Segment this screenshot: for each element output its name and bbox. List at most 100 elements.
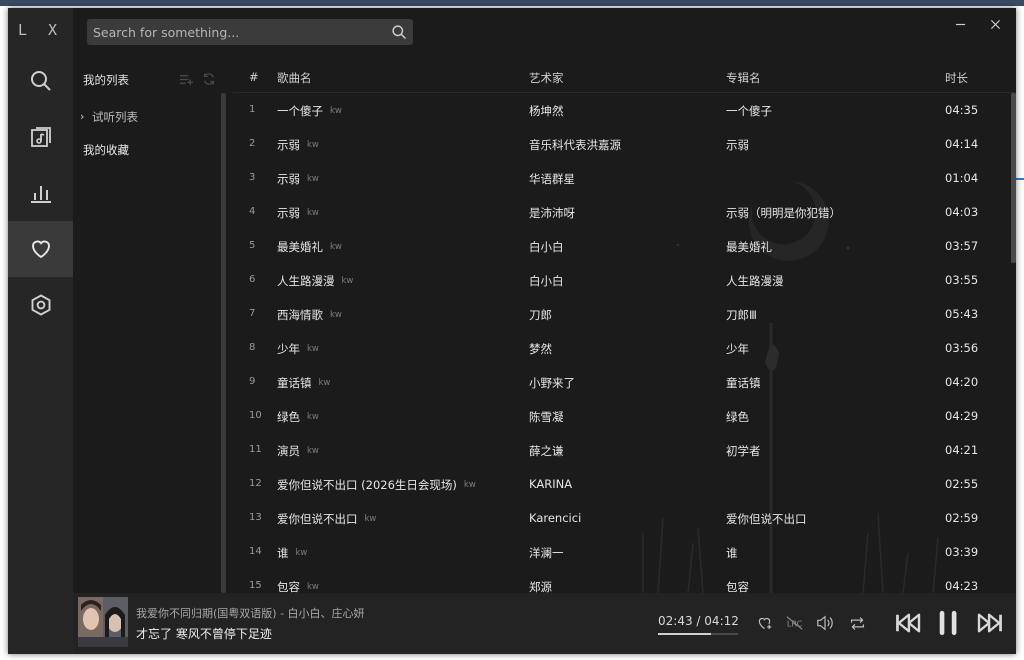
table-row[interactable]: 5 最美婚礼 kw 白小白 最美婚礼 03:57 bbox=[233, 229, 1008, 263]
duration: 05:43 bbox=[945, 307, 979, 321]
table-row[interactable]: 7 西海情歌 kw 刀郎 刀郎Ⅲ 05:43 bbox=[233, 297, 1008, 331]
sync-list-button[interactable] bbox=[201, 71, 217, 87]
skip-next-icon bbox=[977, 613, 1002, 633]
current-lyric: 才忘了 寒风不曾停下足迹 bbox=[136, 627, 272, 641]
song-name-cell: 最美婚礼 kw bbox=[277, 239, 342, 255]
duration: 02:55 bbox=[945, 477, 979, 491]
minimize-button[interactable] bbox=[950, 14, 970, 34]
row-number: 3 bbox=[249, 172, 256, 183]
pause-button[interactable] bbox=[935, 607, 963, 639]
nav-settings[interactable] bbox=[8, 277, 73, 333]
desktop-lyric-button[interactable]: LRC bbox=[784, 613, 806, 633]
minimize-icon bbox=[955, 23, 965, 25]
volume-icon bbox=[817, 615, 833, 631]
list-item-favorites[interactable]: 我的收藏 bbox=[73, 137, 223, 163]
song-name-cell: 一个傻子 kw bbox=[277, 103, 342, 119]
duration: 03:57 bbox=[945, 239, 979, 253]
pause-icon bbox=[939, 610, 957, 636]
skip-previous-icon bbox=[896, 613, 921, 633]
table-row[interactable]: 13 爱你但说不出口 kw Karencici 爱你但说不出口 02:59 bbox=[233, 501, 1008, 535]
player-bar: 我爱你不同归期(国粤双语版) - 白小白、庄心妍 才忘了 寒风不曾停下足迹 02… bbox=[73, 593, 1016, 654]
search-button[interactable] bbox=[389, 22, 409, 42]
favorite-button[interactable] bbox=[754, 613, 774, 633]
add-list-button[interactable] bbox=[178, 71, 194, 87]
song-name: 爱你但说不出口 bbox=[277, 512, 358, 526]
nav-leaderboard[interactable] bbox=[8, 165, 73, 221]
list-item-trial[interactable]: › 试听列表 bbox=[73, 104, 223, 130]
song-name-cell: 少年 kw bbox=[277, 341, 319, 357]
col-header-duration: 时长 bbox=[945, 71, 968, 85]
volume-button[interactable] bbox=[814, 613, 836, 633]
artist-name: 薛之谦 bbox=[529, 444, 564, 458]
col-header-name: 歌曲名 bbox=[277, 71, 312, 85]
my-lists-header: 我的列表 bbox=[83, 69, 223, 89]
table-row[interactable]: 11 演员 kw 薛之谦 初学者 04:21 bbox=[233, 433, 1008, 467]
table-row[interactable]: 3 示弱 kw 华语群星 01:04 bbox=[233, 161, 1008, 195]
album-cover[interactable] bbox=[78, 597, 128, 647]
progress-bar[interactable] bbox=[658, 633, 738, 635]
song-name: 少年 bbox=[277, 342, 300, 356]
table-row[interactable]: 2 示弱 kw 音乐科代表洪嘉源 示弱 04:14 bbox=[233, 127, 1008, 161]
song-name: 童话镇 bbox=[277, 376, 312, 390]
col-header-num: # bbox=[249, 70, 259, 84]
source-tag: kw bbox=[307, 582, 319, 592]
top-bar bbox=[73, 8, 1016, 58]
previous-button[interactable] bbox=[893, 610, 923, 636]
song-name-cell: 爱你但说不出口 (2026生日会现场) kw bbox=[277, 477, 476, 493]
song-name-cell: 包容 kw bbox=[277, 579, 319, 593]
artist-name: 洋澜一 bbox=[529, 546, 564, 560]
nav-search[interactable] bbox=[8, 53, 73, 109]
song-name-cell: 童话镇 kw bbox=[277, 375, 330, 391]
table-row[interactable]: 10 绿色 kw 陈雪凝 绿色 04:29 bbox=[233, 399, 1008, 433]
total-time: 04:12 bbox=[704, 614, 739, 628]
album-name: 少年 bbox=[726, 342, 749, 356]
table-row[interactable]: 6 人生路漫漫 kw 白小白 人生路漫漫 03:55 bbox=[233, 263, 1008, 297]
current-time: 02:43 bbox=[658, 614, 693, 628]
source-tag: kw bbox=[330, 310, 342, 320]
duration: 03:39 bbox=[945, 545, 979, 559]
song-name: 绿色 bbox=[277, 410, 300, 424]
song-table-scrollbar[interactable] bbox=[1011, 93, 1016, 263]
source-tag: kw bbox=[307, 208, 319, 218]
duration: 04:03 bbox=[945, 205, 979, 219]
artist-name: 陈雪凝 bbox=[529, 410, 564, 424]
desktop-accent-line bbox=[1016, 178, 1024, 180]
table-row[interactable]: 12 爱你但说不出口 (2026生日会现场) kw KARINA 02:55 bbox=[233, 467, 1008, 501]
play-mode-button[interactable] bbox=[846, 613, 868, 633]
song-name-cell: 示弱 kw bbox=[277, 205, 319, 221]
row-number: 11 bbox=[249, 444, 262, 455]
search-input[interactable] bbox=[93, 19, 383, 45]
song-name: 演员 bbox=[277, 444, 300, 458]
track-title[interactable]: 我爱你不同归期(国粤双语版) - 白小白、庄心妍 bbox=[136, 605, 365, 621]
table-row[interactable]: 15 包容 kw 郑源 包容 04:23 bbox=[233, 569, 1008, 593]
table-row[interactable]: 9 童话镇 kw 小野来了 童话镇 04:20 bbox=[233, 365, 1008, 399]
song-name: 示弱 bbox=[277, 138, 300, 152]
table-row[interactable]: 14 谁 kw 洋澜一 谁 03:39 bbox=[233, 535, 1008, 569]
source-tag: kw bbox=[318, 378, 331, 388]
album-name: 童话镇 bbox=[726, 376, 761, 390]
song-name-cell: 绿色 kw bbox=[277, 409, 319, 425]
row-number: 6 bbox=[249, 274, 256, 285]
artist-name: 小野来了 bbox=[529, 376, 575, 390]
table-row[interactable]: 1 一个傻子 kw 杨坤然 一个傻子 04:35 bbox=[233, 93, 1008, 127]
row-number: 5 bbox=[249, 240, 256, 251]
table-header: # 歌曲名 艺术家 专辑名 时长 bbox=[233, 63, 1016, 93]
album-name: 最美婚礼 bbox=[726, 240, 772, 254]
desktop-top-strip bbox=[0, 0, 1024, 6]
artist-name: 白小白 bbox=[529, 240, 564, 254]
source-tag: kw bbox=[307, 174, 319, 184]
duration: 04:14 bbox=[945, 137, 979, 151]
nav-my-list[interactable] bbox=[8, 221, 73, 277]
close-button[interactable] bbox=[985, 14, 1005, 34]
row-number: 15 bbox=[249, 580, 262, 591]
play-time: 02:43 / 04:12 bbox=[658, 614, 739, 628]
source-tag: kw bbox=[330, 106, 342, 116]
album-name: 刀郎Ⅲ bbox=[726, 308, 757, 322]
table-row[interactable]: 4 示弱 kw 是沛沛呀 示弱（明明是你犯错） 04:03 bbox=[233, 195, 1008, 229]
next-button[interactable] bbox=[975, 610, 1005, 636]
nav-song-list[interactable] bbox=[8, 109, 73, 165]
lists-scrollbar[interactable] bbox=[221, 93, 226, 593]
source-tag: kw bbox=[307, 446, 319, 456]
table-row[interactable]: 8 少年 kw 梦然 少年 03:56 bbox=[233, 331, 1008, 365]
album-cover-art bbox=[78, 597, 128, 647]
